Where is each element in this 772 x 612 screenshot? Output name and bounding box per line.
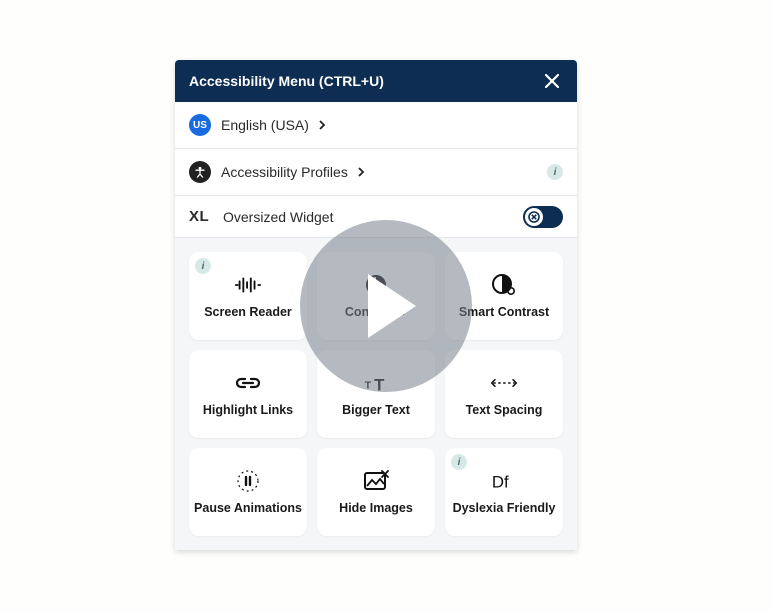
chevron-right-icon <box>358 167 365 177</box>
accessibility-icon <box>189 161 211 183</box>
card-highlight-links[interactable]: Highlight Links <box>189 350 307 438</box>
info-icon[interactable]: i <box>451 454 467 470</box>
toggle-off-icon <box>528 211 540 223</box>
link-icon <box>234 371 262 395</box>
settings-rows: US English (USA) Accessibility Profiles … <box>175 102 577 238</box>
us-badge-icon: US <box>189 114 211 136</box>
card-label: Text Spacing <box>466 403 543 417</box>
oversized-label: Oversized Widget <box>223 209 333 225</box>
panel-header: Accessibility Menu (CTRL+U) <box>175 60 577 102</box>
svg-text:Df: Df <box>492 473 509 491</box>
chevron-right-icon <box>319 120 326 130</box>
card-text-spacing[interactable]: Text Spacing <box>445 350 563 438</box>
oversized-toggle[interactable] <box>523 206 563 228</box>
pause-animations-icon <box>234 469 262 493</box>
card-hide-images[interactable]: Hide Images <box>317 448 435 536</box>
info-icon[interactable]: i <box>547 164 563 180</box>
card-dyslexia-friendly[interactable]: i Df Dyslexia Friendly <box>445 448 563 536</box>
card-screen-reader[interactable]: i Screen Reader <box>189 252 307 340</box>
xl-icon: XL <box>189 208 213 225</box>
play-overlay-button[interactable] <box>300 220 472 392</box>
card-label: Hide Images <box>339 501 413 515</box>
card-label: Pause Animations <box>194 501 302 515</box>
card-label: Highlight Links <box>203 403 293 417</box>
profiles-label: Accessibility Profiles <box>221 164 348 180</box>
audio-wave-icon <box>234 273 262 297</box>
close-button[interactable] <box>541 70 563 92</box>
dyslexia-icon: Df <box>490 469 518 493</box>
card-pause-animations[interactable]: Pause Animations <box>189 448 307 536</box>
toggle-knob <box>525 208 543 226</box>
text-spacing-icon <box>490 371 518 395</box>
card-label: Dyslexia Friendly <box>453 501 556 515</box>
info-icon[interactable]: i <box>195 258 211 274</box>
panel-title: Accessibility Menu (CTRL+U) <box>189 73 384 89</box>
language-label: English (USA) <box>221 117 309 133</box>
card-label: Smart Contrast <box>459 305 549 319</box>
language-row[interactable]: US English (USA) <box>175 102 577 149</box>
play-icon <box>368 274 416 338</box>
card-label: Bigger Text <box>342 403 410 417</box>
close-icon <box>545 74 559 88</box>
card-label: Screen Reader <box>204 305 292 319</box>
smart-contrast-icon <box>490 273 518 297</box>
hide-images-icon <box>362 469 390 493</box>
profiles-row[interactable]: Accessibility Profiles i <box>175 149 577 196</box>
